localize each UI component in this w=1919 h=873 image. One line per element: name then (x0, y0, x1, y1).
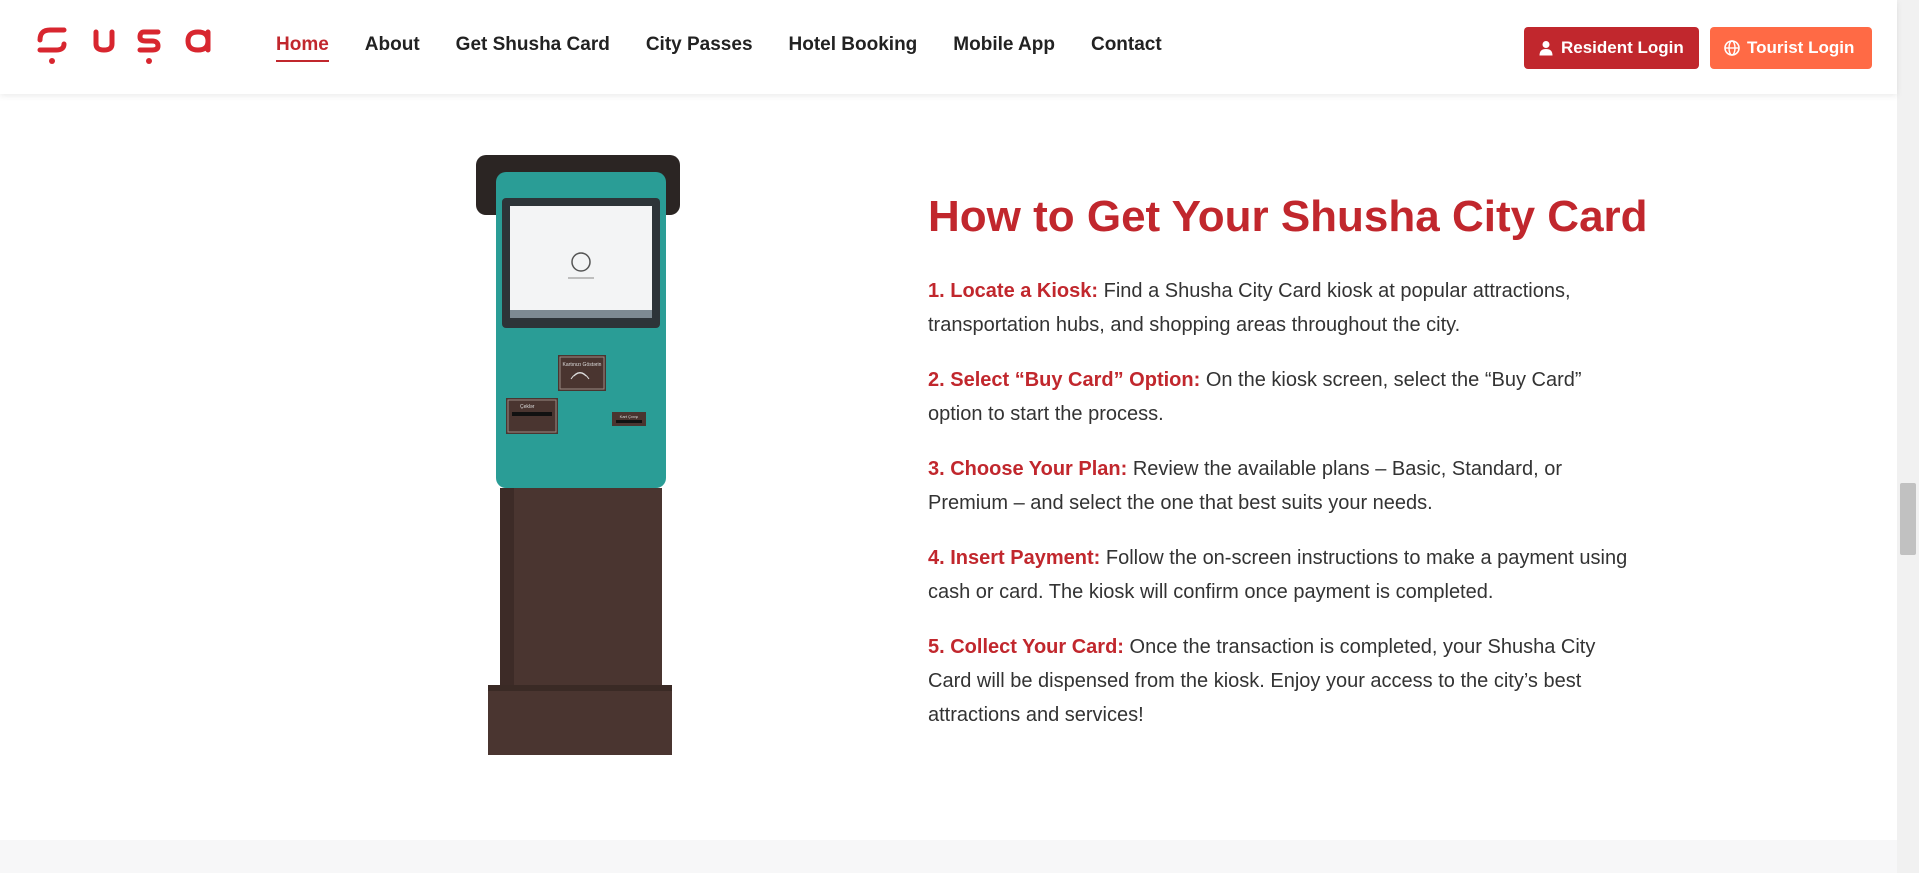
resident-login-button[interactable]: Resident Login (1524, 27, 1699, 69)
resident-login-label: Resident Login (1561, 38, 1684, 57)
susa-logo-icon (37, 27, 211, 64)
scrollbar-thumb[interactable] (1900, 483, 1916, 555)
step-4-label: 4. Insert Payment: (928, 547, 1101, 569)
step-1-label: 1. Locate a Kiosk: (928, 280, 1099, 302)
nav-home[interactable]: Home (276, 34, 329, 62)
nav-mobile-app[interactable]: Mobile App (953, 34, 1055, 62)
step-3-label: 3. Choose Your Plan: (928, 458, 1128, 480)
step-5-label: 5. Collect Your Card: (928, 636, 1124, 658)
kiosk-image: Kartınızı Göstərin Çeklər Kart Çıxışı (440, 150, 710, 760)
nav-city-passes[interactable]: City Passes (646, 34, 753, 62)
nav-get-shusha-card[interactable]: Get Shusha Card (456, 34, 610, 62)
step-2-label: 2. Select “Buy Card” Option: (928, 369, 1201, 391)
site-header: Home About Get Shusha Card City Passes H… (0, 0, 1897, 94)
step-4: 4. Insert Payment: Follow the on-screen … (928, 541, 1628, 609)
tourist-login-label: Tourist Login (1747, 38, 1855, 57)
globe-icon (1724, 40, 1740, 56)
step-3: 3. Choose Your Plan: Review the availabl… (928, 452, 1628, 520)
how-to-section: How to Get Your Shusha City Card 1. Loca… (928, 190, 1648, 753)
tourist-login-button[interactable]: Tourist Login (1710, 27, 1872, 69)
main-nav: Home About Get Shusha Card City Passes H… (276, 34, 1198, 62)
nav-about[interactable]: About (365, 34, 420, 62)
step-5: 5. Collect Your Card: Once the transacti… (928, 630, 1628, 732)
section-heading: How to Get Your Shusha City Card (928, 192, 1648, 241)
nav-contact[interactable]: Contact (1091, 34, 1162, 62)
kiosk-card-slot-label: Kart Çıxışı (620, 414, 639, 419)
kiosk-cash-label: Çeklər (520, 404, 535, 410)
user-icon (1538, 40, 1554, 56)
next-section-band (0, 840, 1897, 873)
step-2: 2. Select “Buy Card” Option: On the kios… (928, 363, 1628, 431)
site-logo[interactable] (36, 18, 216, 68)
nav-hotel-booking[interactable]: Hotel Booking (789, 34, 918, 62)
kiosk-card-label: Kartınızı Göstərin (563, 362, 602, 368)
page-scrollbar[interactable] (1897, 0, 1919, 873)
step-1: 1. Locate a Kiosk: Find a Shusha City Ca… (928, 274, 1628, 342)
